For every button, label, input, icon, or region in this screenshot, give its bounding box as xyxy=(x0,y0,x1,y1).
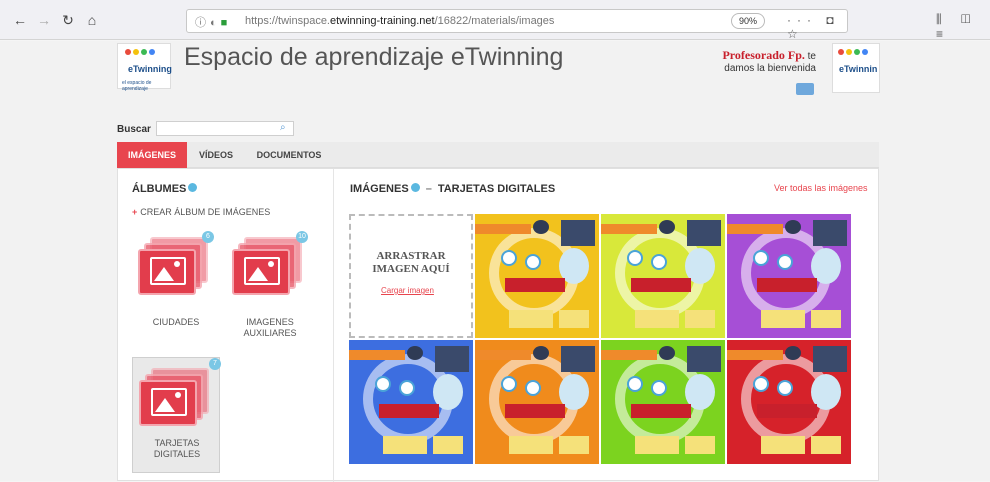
image-thumbnail[interactable] xyxy=(727,214,851,338)
tab-imagenes[interactable]: IMÁGENES xyxy=(117,142,187,168)
search-icon[interactable]: ⌕ xyxy=(280,122,292,134)
site-title: Espacio de aprendizaje eTwinning xyxy=(184,43,564,71)
create-album-link[interactable]: + CREAR ÁLBUM DE IMÁGENES xyxy=(132,207,270,217)
image-thumbnail[interactable] xyxy=(475,340,599,464)
welcome-message: Profesorado Fp. te damos la bienvenida xyxy=(700,49,816,75)
page-actions-icon[interactable]: ··· ◘ ☆ xyxy=(787,13,847,41)
album-icon xyxy=(232,237,302,295)
albums-title: ÁLBUMES xyxy=(132,183,198,195)
images-title: IMÁGENES – TARJETAS DIGITALES xyxy=(350,183,556,195)
see-all-images-link[interactable]: Ver todas las imágenes xyxy=(774,183,868,193)
image-thumbnail[interactable] xyxy=(475,214,599,338)
home-icon[interactable]: ⌂ xyxy=(82,10,102,30)
logo-dots xyxy=(838,49,868,55)
images-title-text: IMÁGENES xyxy=(350,183,409,195)
welcome-text: damos la bienvenida xyxy=(724,63,816,74)
count-badge: 10 xyxy=(296,231,308,243)
search-input[interactable] xyxy=(156,121,294,136)
album-imagenes-auxiliares[interactable]: 10 IMAGENES AUXILIARES xyxy=(226,231,314,341)
image-thumbnail[interactable] xyxy=(601,214,725,338)
count-badge: 6 xyxy=(202,231,214,243)
site-info-icon[interactable]: ⓘ◐■ xyxy=(195,14,231,30)
album-label: TARJETAS DIGITALES xyxy=(153,438,201,459)
create-album-label: CREAR ÁLBUM DE IMÁGENES xyxy=(140,207,271,217)
image-thumbnail[interactable] xyxy=(349,340,473,464)
back-arrow-icon[interactable]: ← xyxy=(10,10,30,30)
page: eTwinning el espacio de aprendizaje Espa… xyxy=(0,41,990,482)
reload-icon[interactable]: ↻ xyxy=(58,10,78,30)
mail-icon[interactable] xyxy=(796,83,814,95)
info-icon[interactable] xyxy=(188,183,198,192)
images-panel: IMÁGENES – TARJETAS DIGITALES Ver todas la… xyxy=(334,169,879,482)
forward-arrow-icon[interactable]: → xyxy=(34,10,54,30)
albums-panel: ÁLBUMES + CREAR ÁLBUM DE IMÁGENES 6 CIUDA… xyxy=(118,169,334,482)
album-ciudades[interactable]: 6 CIUDADES xyxy=(132,231,220,329)
album-name: TARJETAS DIGITALES xyxy=(437,183,556,195)
browser-toolbar: ← → ↻ ⌂ ⓘ◐■ https://twinspace.etwinning-… xyxy=(0,0,990,41)
count-badge: 7 xyxy=(209,358,221,370)
albums-title-text: ÁLBUMES xyxy=(132,183,187,195)
tab-documentos[interactable]: DOCUMENTOS xyxy=(251,142,327,168)
zoom-level[interactable]: 90% xyxy=(731,13,765,29)
album-icon xyxy=(139,368,209,426)
welcome-suffix: te xyxy=(807,51,816,62)
address-bar[interactable]: ⓘ◐■ https://twinspace.etwinning-training… xyxy=(186,9,848,41)
content-panel: ÁLBUMES + CREAR ÁLBUM DE IMÁGENES 6 CIUDA… xyxy=(117,168,879,482)
info-icon[interactable] xyxy=(410,183,420,192)
twinspace-logo[interactable]: eTwinnin xyxy=(832,43,880,93)
etwinning-logo[interactable]: eTwinning el espacio de aprendizaje xyxy=(117,43,172,92)
album-label: IMAGENES AUXILIARES xyxy=(243,317,297,338)
image-thumbnail[interactable] xyxy=(601,340,725,464)
album-icon xyxy=(138,237,208,295)
plus-icon: + xyxy=(132,207,138,217)
image-thumbnail[interactable] xyxy=(727,340,851,464)
album-label: CIUDADES xyxy=(152,317,200,327)
album-tarjetas-digitales[interactable]: 7 TARJETAS DIGITALES xyxy=(132,357,221,473)
user-name[interactable]: Profesorado Fp. xyxy=(722,48,804,62)
image-drop-zone[interactable]: ARRASTRAR IMAGEN AQUÍ Cargar imagen xyxy=(349,214,473,338)
logo-subtitle: el espacio de aprendizaje xyxy=(122,80,152,92)
search-label: Buscar xyxy=(117,124,151,135)
tab-videos[interactable]: VÍDEOS xyxy=(193,142,239,168)
logo-dots xyxy=(125,49,155,55)
upload-image-link[interactable]: Cargar imagen xyxy=(381,286,434,295)
logo-word: eTwinning xyxy=(128,64,172,74)
url-text: https://twinspace.etwinning-training.net… xyxy=(245,15,555,27)
drop-zone-text: ARRASTRAR IMAGEN AQUÍ xyxy=(372,250,450,275)
library-icon[interactable]: ⫼ ◫ ≡ xyxy=(936,12,990,41)
media-tabs: IMÁGENES VÍDEOS DOCUMENTOS xyxy=(117,142,879,168)
logo-word: eTwinnin xyxy=(839,64,878,74)
